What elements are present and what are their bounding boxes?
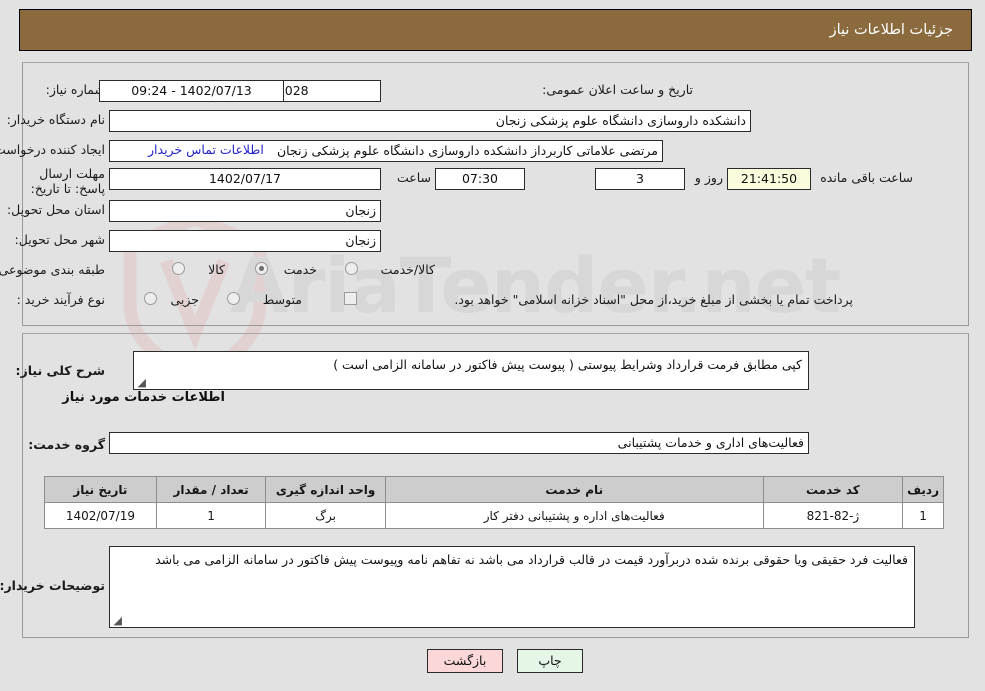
radio-classification-kala[interactable] [172, 262, 185, 275]
checkbox-islamic-treasury-docs[interactable] [344, 292, 357, 305]
summary-textarea[interactable]: کپی مطابق فرمت قرارداد وشرایط پیوستی ( پ… [133, 351, 809, 390]
radio-purchase-motavasset-label: متوسط [262, 292, 302, 307]
radio-purchase-jozi[interactable] [144, 292, 157, 305]
cell-row: 1 [902, 502, 944, 529]
remaining-time-countdown: 21:41:50 [727, 168, 811, 190]
cell-date: 1402/07/19 [44, 502, 157, 529]
back-button[interactable]: بازگشت [427, 649, 503, 673]
deadline-hour-label: ساعت [396, 170, 431, 185]
buyer-notes-textarea[interactable]: فعالیت فرد حقیقی ویا حقوقی برنده شده درب… [109, 546, 915, 628]
remaining-days-label: روز و [694, 170, 723, 185]
need-number-label: شماره نیاز: [45, 82, 105, 97]
deadline-date-value: 1402/07/17 [109, 168, 381, 190]
deadline-hour-value: 07:30 [435, 168, 525, 190]
page-title: جزئیات اطلاعات نیاز [829, 22, 953, 38]
col-row: ردیف [902, 476, 944, 503]
radio-classification-khedmat-label: خدمت [283, 262, 317, 277]
buyer-notes-label: توضیحات خریدار: [0, 578, 105, 593]
summary-text: کپی مطابق فرمت قرارداد وشرایط پیوستی ( پ… [333, 357, 802, 372]
service-group-value: فعالیت‌های اداری و خدمات پشتیبانی [109, 432, 809, 454]
remaining-time-label: ساعت باقی مانده [820, 170, 913, 185]
remaining-days-value: 3 [595, 168, 685, 190]
province-label: استان محل تحویل: [6, 202, 105, 217]
cell-qty: 1 [155, 502, 267, 529]
buyer-contact-link[interactable]: اطلاعات تماس خریدار [148, 142, 264, 157]
page-header-bar: جزئیات اطلاعات نیاز [19, 9, 972, 51]
announce-datetime-label: تاریخ و ساعت اعلان عمومی: [542, 82, 693, 97]
col-code: کد خدمت [762, 476, 904, 503]
city-value: زنجان [109, 230, 381, 252]
radio-classification-kala-khedmat-label: کالا/خدمت [380, 262, 435, 277]
radio-purchase-jozi-label: جزیی [170, 292, 199, 307]
cell-name: فعالیت‌های اداره و پشتیبانی دفتر کار [384, 502, 764, 529]
cell-unit: برگ [265, 502, 386, 529]
islamic-treasury-note: پرداخت تمام یا بخشی از مبلغ خرید،از محل … [454, 292, 853, 307]
cell-code: ژ-82-821 [762, 502, 904, 529]
province-value: زنجان [109, 200, 381, 222]
city-label: شهر محل تحویل: [14, 232, 105, 247]
radio-classification-khedmat[interactable] [255, 262, 268, 275]
buyer-notes-text: فعالیت فرد حقیقی ویا حقوقی برنده شده درب… [155, 552, 908, 567]
services-table: ردیف کد خدمت نام خدمت واحد اندازه گیری ت… [44, 476, 944, 529]
col-date: تاریخ نیاز [44, 476, 157, 503]
services-section-title: اطلاعات خدمات مورد نیاز [62, 390, 225, 405]
radio-purchase-motavasset[interactable] [227, 292, 240, 305]
radio-classification-kala-label: کالا [208, 262, 225, 277]
summary-label: شرح کلی نیاز: [15, 363, 105, 378]
buyer-org-label: نام دستگاه خریدار: [6, 112, 105, 127]
resize-grip-icon[interactable]: ◢ [136, 377, 146, 388]
buyer-org-value: دانشکده داروسازی دانشگاه علوم پزشکی زنجا… [109, 110, 751, 132]
classification-label: طبقه بندی موضوعی: [0, 262, 105, 277]
table-header-row: ردیف کد خدمت نام خدمت واحد اندازه گیری ت… [44, 476, 944, 503]
deadline-label: مهلت ارسال پاسخ: تا تاریخ: [30, 166, 105, 196]
requester-label: ایجاد کننده درخواست: [0, 142, 105, 157]
resize-grip-icon[interactable]: ◢ [112, 615, 122, 626]
announce-datetime-value: 1402/07/13 - 09:24 [99, 80, 284, 102]
need-details-page: AriaTender.net جزئیات اطلاعات نیاز شماره… [0, 0, 985, 691]
table-row: 1 ژ-82-821 فعالیت‌های اداره و پشتیبانی د… [44, 502, 944, 529]
col-qty: تعداد / مقدار [155, 476, 267, 503]
col-name: نام خدمت [384, 476, 764, 503]
service-group-label: گروه خدمت: [28, 437, 105, 452]
col-unit: واحد اندازه گیری [265, 476, 386, 503]
purchase-type-label: نوع فرآیند خرید : [16, 292, 105, 307]
radio-classification-kala-khedmat[interactable] [345, 262, 358, 275]
print-button[interactable]: چاپ [517, 649, 583, 673]
